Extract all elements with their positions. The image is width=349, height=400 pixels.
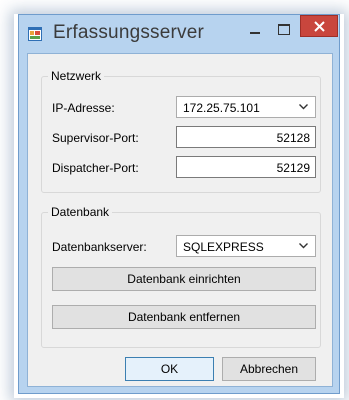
- close-button[interactable]: [300, 15, 338, 37]
- datenbank-legend: Datenbank: [48, 205, 113, 219]
- dispatcher-port-label: Dispatcher-Port:: [52, 161, 139, 175]
- ip-address-value: 172.25.75.101: [183, 101, 260, 115]
- dialog-client-area: Netzwerk IP-Adresse: 172.25.75.101 Super…: [27, 53, 333, 387]
- netzwerk-legend: Netzwerk: [48, 69, 105, 83]
- chevron-down-icon: [299, 243, 308, 249]
- dispatcher-port-field[interactable]: 52129: [176, 156, 316, 178]
- chevron-down-icon: [299, 104, 308, 110]
- cancel-button[interactable]: Abbrechen: [222, 357, 316, 381]
- title-bar[interactable]: Erfassungsserver: [19, 15, 339, 53]
- supervisor-port-value: 52128: [276, 131, 310, 145]
- close-icon: [314, 21, 325, 32]
- maximize-button[interactable]: [270, 19, 298, 41]
- minimize-button[interactable]: [241, 19, 269, 41]
- dialog-window: Erfassungsserver Netzwerk IP-Adresse: 17…: [18, 14, 340, 394]
- window-title: Erfassungsserver: [53, 22, 205, 43]
- ip-address-label: IP-Adresse:: [52, 101, 115, 115]
- ok-button[interactable]: OK: [125, 357, 214, 381]
- minimize-icon: [250, 32, 260, 34]
- supervisor-port-field[interactable]: 52128: [176, 126, 316, 148]
- database-server-label: Datenbankserver:: [52, 240, 147, 254]
- database-server-value: SQLEXPRESS: [183, 240, 264, 254]
- ip-address-select[interactable]: 172.25.75.101: [176, 96, 316, 118]
- maximize-icon: [278, 24, 290, 35]
- supervisor-port-label: Supervisor-Port:: [52, 131, 139, 145]
- setup-database-button[interactable]: Datenbank einrichten: [52, 267, 316, 291]
- dispatcher-port-value: 52129: [276, 161, 310, 175]
- remove-database-button[interactable]: Datenbank entfernen: [52, 305, 316, 329]
- database-server-select[interactable]: SQLEXPRESS: [176, 235, 316, 257]
- app-icon: [28, 27, 42, 41]
